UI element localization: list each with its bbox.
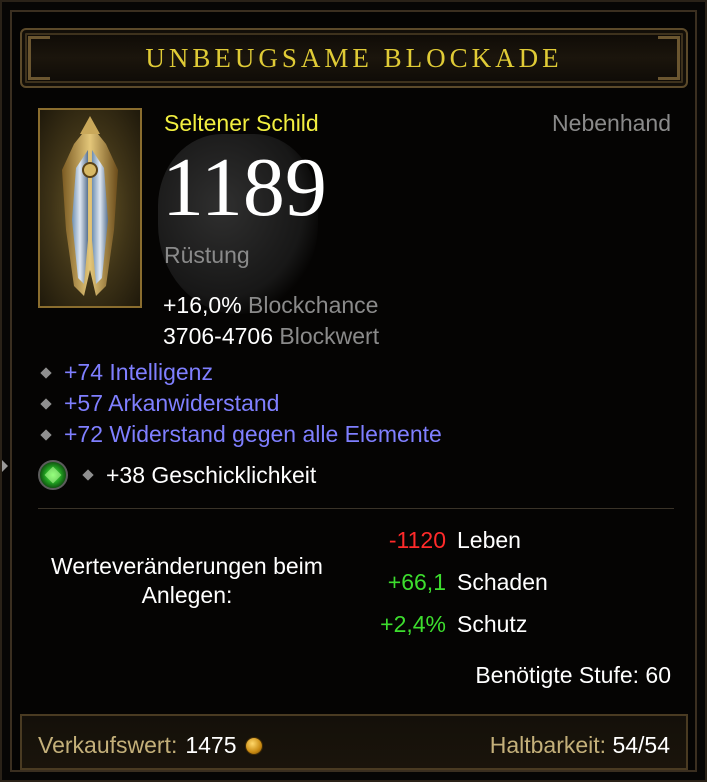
stat-change-row: +2,4% Schutz	[342, 611, 642, 641]
stat-change-value: -1120	[388, 527, 446, 553]
item-rarity-type: Seltener Schild	[164, 110, 319, 136]
affix-text: +72 Widerstand gegen alle Elemente	[64, 421, 442, 447]
required-level: Benötigte Stufe: 60	[475, 662, 671, 688]
block-chance-label: Blockchance	[248, 292, 379, 318]
affix-line: +72 Widerstand gegen alle Elemente	[38, 421, 442, 448]
durability-value: 54/54	[612, 732, 670, 758]
stat-change-label: Schutz	[457, 611, 528, 637]
block-value-value: 3706-4706	[163, 323, 273, 349]
block-chance-stat: +16,0% Blockchance	[163, 292, 378, 319]
socket-bonus-text: +38 Geschicklichkeit	[106, 461, 317, 488]
affix-line: +57 Arkanwiderstand	[38, 390, 279, 417]
cursor-pointer-icon	[2, 460, 8, 472]
armor-value: 1189	[162, 141, 327, 234]
sell-value: Verkaufswert: 1475	[38, 732, 263, 759]
bullet-diamond-icon	[40, 397, 52, 410]
stat-change-row: +66,1 Schaden	[342, 569, 642, 599]
bullet-diamond-icon	[82, 469, 94, 481]
stat-change-value: +66,1	[387, 569, 446, 595]
item-slot: Nebenhand	[552, 110, 671, 136]
stat-change-value: +2,4%	[380, 611, 446, 637]
item-name: UNBEUGSAME BLOCKADE	[145, 43, 563, 73]
socket-line: +38 Geschicklichkeit	[38, 460, 316, 490]
stat-changes-label: Werteveränderungen beim Anlegen:	[51, 553, 323, 608]
stat-change-row: -1120 Leben	[342, 527, 642, 557]
affix-text: +57 Arkanwiderstand	[64, 390, 280, 416]
bullet-diamond-icon	[40, 366, 52, 379]
affix-line: +74 Intelligenz	[38, 359, 213, 386]
shield-item-icon	[62, 116, 118, 296]
tooltip-footer: Verkaufswert: 1475 Haltbarkeit: 54/54	[20, 714, 688, 770]
durability: Haltbarkeit: 54/54	[490, 732, 670, 759]
sell-value-amount: 1475	[185, 732, 237, 758]
item-tooltip: UNBEUGSAME BLOCKADE Seltener Schild Nebe…	[0, 0, 707, 782]
affix-text: +74 Intelligenz	[64, 359, 213, 385]
divider	[38, 508, 674, 509]
block-value-stat: 3706-4706 Blockwert	[163, 323, 379, 350]
durability-label: Haltbarkeit:	[489, 732, 607, 758]
block-value-label: Blockwert	[279, 323, 380, 349]
stat-change-label: Leben	[457, 527, 521, 553]
armor-label: Rüstung	[164, 242, 250, 268]
item-image-frame	[38, 108, 142, 308]
block-chance-value: +16,0%	[163, 292, 242, 318]
gold-coin-icon	[244, 736, 263, 755]
emerald-gem-icon	[38, 460, 68, 490]
bullet-diamond-icon	[40, 428, 52, 441]
stat-change-label: Schaden	[457, 569, 548, 595]
item-title-bar: UNBEUGSAME BLOCKADE	[20, 28, 688, 88]
sell-value-label: Verkaufswert:	[38, 732, 178, 758]
